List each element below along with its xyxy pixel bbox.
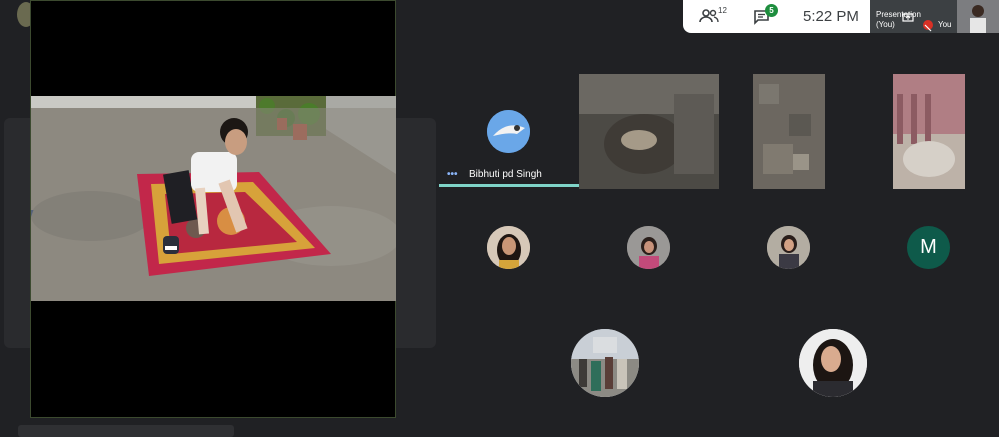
participants-grid-bottom bbox=[491, 305, 947, 419]
participant-tile-speaker[interactable]: ••• Bibhuti pd Singh bbox=[439, 74, 579, 189]
participant-tile-video[interactable] bbox=[893, 74, 965, 189]
mic-muted-icon bbox=[923, 20, 933, 32]
meeting-time: 5:22 PM bbox=[803, 8, 859, 25]
avatar-initial: M bbox=[920, 236, 937, 258]
participant-avatar[interactable] bbox=[799, 329, 867, 397]
participant-avatar[interactable] bbox=[627, 226, 670, 269]
chat-count-badge: 5 bbox=[765, 4, 778, 17]
presentation-sub-label: (You) bbox=[876, 20, 895, 29]
participant-avatar[interactable] bbox=[571, 329, 639, 397]
background-strip-bottom bbox=[18, 425, 234, 437]
people-count: 12 bbox=[718, 6, 727, 15]
chat-button[interactable]: 5 bbox=[753, 4, 781, 28]
speaking-indicator-bar bbox=[439, 184, 579, 187]
you-label: You bbox=[938, 20, 952, 29]
people-button[interactable]: 12 bbox=[699, 6, 727, 28]
presentation-label: Presentation bbox=[876, 10, 921, 19]
presentation-self-tile[interactable]: Presentation (You) You bbox=[870, 0, 999, 33]
people-icon bbox=[699, 8, 719, 29]
participant-avatar[interactable] bbox=[767, 226, 810, 269]
participants-grid: ••• Bibhuti pd Singh M bbox=[439, 74, 999, 305]
present-screen-icon bbox=[902, 10, 914, 28]
self-video bbox=[957, 0, 999, 33]
participant-name: Bibhuti pd Singh bbox=[469, 169, 542, 180]
speaking-dots-icon: ••• bbox=[447, 169, 458, 180]
participant-tile-video[interactable] bbox=[579, 74, 719, 189]
participant-avatar[interactable] bbox=[487, 226, 530, 269]
participant-avatar-initial[interactable]: M bbox=[907, 226, 950, 269]
participant-tile-video[interactable] bbox=[753, 74, 825, 189]
avatar bbox=[487, 110, 530, 153]
presentation-video bbox=[31, 96, 396, 301]
